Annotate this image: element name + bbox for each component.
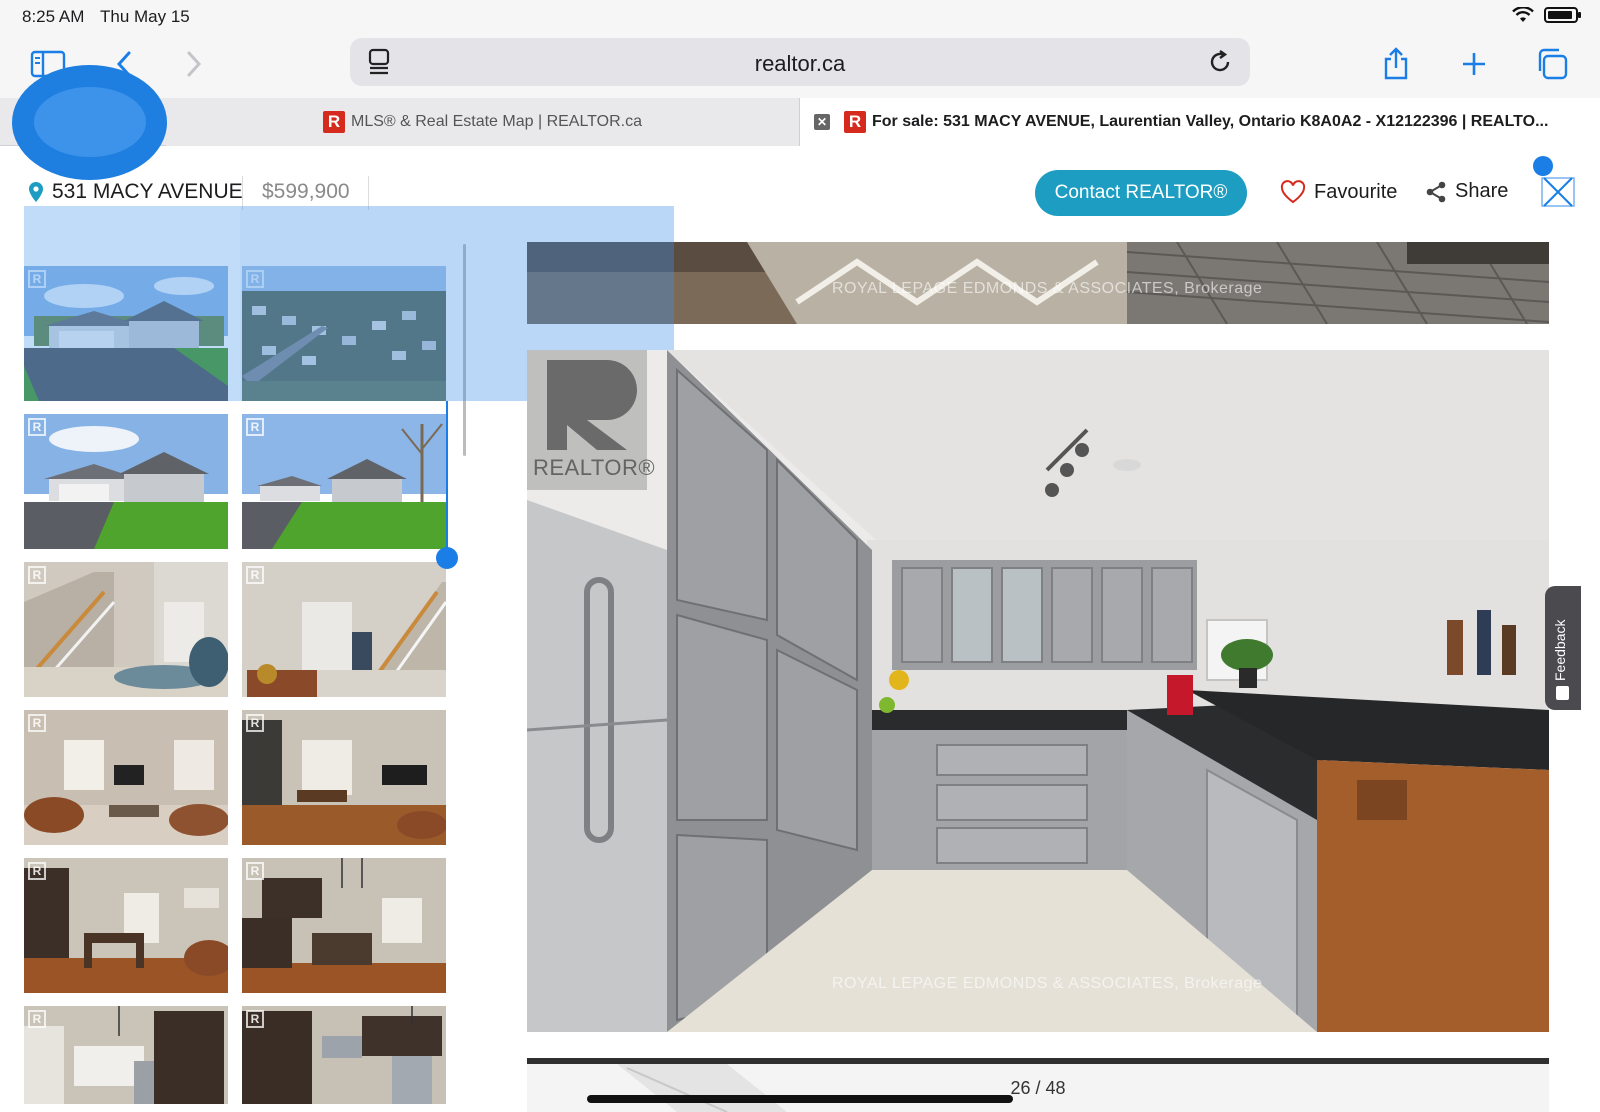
realtor-logo-icon: R: [246, 566, 264, 584]
close-gallery-icon[interactable]: [1540, 174, 1576, 210]
favourite-button[interactable]: Favourite: [1280, 180, 1397, 204]
status-date: Thu May 15: [100, 7, 190, 26]
tab-label: For sale: 531 MACY AVENUE, Laurentian Va…: [872, 113, 1549, 130]
thumbnail[interactable]: R: [24, 1006, 228, 1104]
thumbnail[interactable]: R: [24, 858, 228, 993]
thumbnail-image: [242, 1006, 446, 1104]
tab-label: MLS® & Real Estate Map | REALTOR.ca: [350, 113, 642, 130]
realtor-logo-icon: R: [28, 566, 46, 584]
photo-watermark: ROYAL LEPAGE EDMONDS & ASSOCIATES, Broke…: [832, 975, 1263, 992]
thumbnail[interactable]: R: [242, 414, 446, 549]
chevron-right-icon: [187, 51, 202, 77]
thumbnail[interactable]: R: [242, 858, 446, 993]
previous-photo[interactable]: ROYAL LEPAGE EDMONDS & ASSOCIATES, Broke…: [527, 242, 1549, 324]
realtor-logo-icon: R: [28, 714, 46, 732]
thumbnail-image: [242, 414, 446, 549]
share-button[interactable]: Share: [1425, 180, 1508, 203]
location-pin-icon: [29, 182, 43, 202]
tab-overview-button[interactable]: [1530, 42, 1574, 86]
thumbnail-image: [24, 562, 228, 697]
divider: [242, 176, 243, 210]
selection-start-handle[interactable]: [1533, 156, 1553, 176]
feedback-icon: [1556, 686, 1569, 700]
divider: [368, 176, 369, 210]
thumbnail-image: [24, 1006, 228, 1104]
thumbnail-image: [242, 562, 446, 697]
thumbnail-image: [242, 710, 446, 845]
wifi-icon: [1512, 7, 1534, 22]
share-nodes-icon: [1426, 181, 1446, 202]
battery-icon: [1544, 7, 1581, 23]
tabs-icon: [1538, 48, 1568, 80]
listing-price: $599,900: [262, 180, 350, 203]
thumbnail[interactable]: R: [24, 710, 228, 845]
thumbnail-image: [242, 858, 446, 993]
address-text: 531 MACY AVENUE: [52, 180, 243, 203]
address-bar[interactable]: realtor.ca: [350, 38, 1250, 86]
main-photo[interactable]: REALTOR® ROYAL LEPAGE EDMONDS & ASSOCIAT…: [527, 350, 1549, 1032]
favourite-label: Favourite: [1314, 180, 1398, 203]
thumbnail[interactable]: R: [242, 1006, 446, 1104]
share-icon: [1384, 47, 1408, 80]
tab-mls-map[interactable]: R MLS® & Real Estate Map | REALTOR.ca: [166, 98, 800, 146]
share-label: Share: [1455, 180, 1509, 202]
thumbnail-image: [24, 858, 228, 993]
status-time: 8:25 AM: [22, 7, 85, 26]
realtor-logo-icon: R: [844, 111, 866, 133]
realtor-logo-icon: R: [28, 418, 46, 436]
thumbnail-image: [24, 710, 228, 845]
listing-address: 531 MACY AVENUE: [28, 180, 243, 204]
forward-button[interactable]: [172, 42, 216, 86]
touch-indicator: [12, 65, 167, 180]
photo-watermark: ROYAL LEPAGE EDMONDS & ASSOCIATES, Broke…: [832, 280, 1263, 297]
realtor-logo-text: REALTOR®: [533, 455, 656, 480]
realtor-logo-icon: R: [246, 714, 264, 732]
realtor-logo-icon: R: [28, 862, 46, 880]
thumbnail[interactable]: R: [242, 710, 446, 845]
thumbnail[interactable]: R: [242, 562, 446, 697]
kitchen-photo-image: [527, 350, 1549, 1032]
status-icons: [1512, 7, 1581, 23]
realtor-logo-icon: R: [246, 862, 264, 880]
home-indicator[interactable]: [587, 1095, 1013, 1103]
screen: 8:25 AM Thu May 15 realtor.ca R MLS® & R…: [0, 0, 1600, 1112]
selection-handle-line: [446, 401, 448, 554]
realtor-logo-icon: R: [322, 111, 345, 133]
reload-icon[interactable]: [1206, 48, 1234, 76]
share-page-button[interactable]: [1374, 42, 1418, 86]
next-photo[interactable]: 26 / 48: [527, 1058, 1549, 1112]
contact-realtor-button[interactable]: Contact REALTOR®: [1035, 170, 1247, 216]
selection-end-handle[interactable]: [436, 547, 458, 569]
tab-bar: R MLS® & Real Estate Map | REALTOR.ca ✕ …: [0, 98, 1600, 146]
url-text: realtor.ca: [754, 51, 846, 76]
thumbnail-image: [24, 414, 228, 549]
status-bar: 8:25 AM Thu May 15: [0, 0, 1600, 34]
browser-toolbar: realtor.ca: [0, 34, 1600, 98]
heart-icon: [1280, 180, 1306, 204]
feedback-label: Feedback: [1552, 619, 1568, 681]
realtor-logo-icon: R: [246, 418, 264, 436]
tab-listing[interactable]: ✕ R For sale: 531 MACY AVENUE, Laurentia…: [800, 98, 1600, 146]
realtor-logo-icon: R: [28, 1010, 46, 1028]
close-tab-icon[interactable]: ✕: [814, 114, 830, 130]
thumbnail[interactable]: R: [24, 562, 228, 697]
thumbnail[interactable]: R: [24, 414, 228, 549]
plus-icon: [1463, 53, 1485, 75]
new-tab-button[interactable]: [1452, 42, 1496, 86]
feedback-tab[interactable]: Feedback: [1545, 586, 1581, 710]
realtor-logo-icon: R: [246, 1010, 264, 1028]
